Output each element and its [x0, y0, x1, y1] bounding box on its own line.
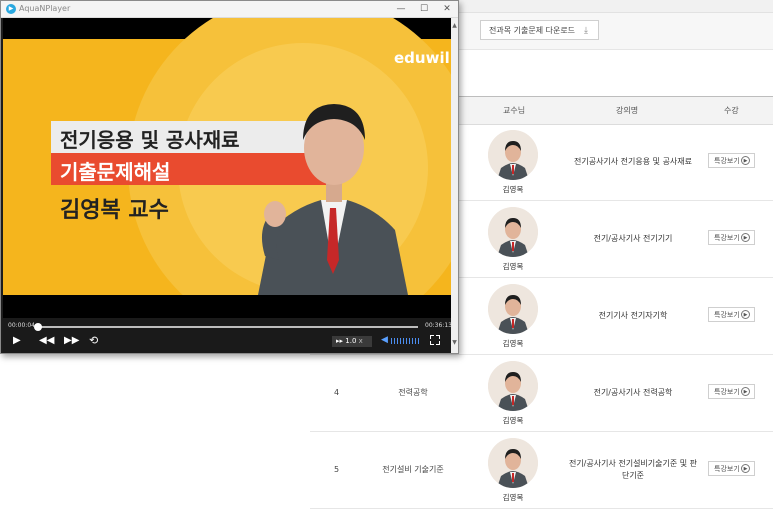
watch-lecture-button[interactable]: 특강보기 ▶	[708, 384, 755, 399]
lecture-title: 전기/공사기사 전기설비기술기준 및 판단기준	[568, 459, 698, 480]
speed-unit: x	[358, 337, 363, 345]
video-frame[interactable]: eduwill 전기응용 및 공사재료 기출문제해설 김영복 교수	[3, 18, 451, 318]
play-circle-icon: ▶	[741, 233, 750, 242]
row-number: 5	[334, 465, 340, 474]
watch-label: 특강보기	[714, 157, 740, 165]
rewind-icon[interactable]: ◀◀	[39, 335, 54, 347]
maximize-button[interactable]: ☐	[413, 1, 435, 17]
watch-label: 특강보기	[714, 465, 740, 473]
row-subject: 전기설비 기술기준	[382, 465, 444, 474]
row-subject: 전력공학	[398, 388, 428, 397]
minimize-button[interactable]: —	[390, 1, 412, 17]
professor-name: 김영복	[502, 339, 524, 348]
row-number: 4	[334, 388, 340, 397]
player-window[interactable]: ▶ AquaNPlayer — ☐ ✕ eduwill 전기응용 및 공사재료 …	[0, 0, 459, 354]
watch-lecture-button[interactable]: 특강보기 ▶	[708, 230, 755, 245]
repeat-icon[interactable]: ⟲	[89, 335, 98, 347]
play-circle-icon: ▶	[741, 310, 750, 319]
professor-name: 김영복	[502, 262, 524, 271]
player-controls: 00:00:04 00:36:13 ▶ ◀◀ ▶▶ ⟲ ▸▸ 1.0 x ◀	[3, 318, 452, 353]
player-app-icon: ▶	[6, 4, 16, 14]
professor-avatar	[488, 284, 538, 334]
speed-icon: ▸▸	[336, 337, 346, 345]
table-row: 4 전력공학김영복 전기/공사기사 전력공학 특강보기 ▶	[310, 355, 773, 432]
professor-name: 김영복	[502, 416, 524, 425]
brand-logo: eduwill	[394, 49, 451, 67]
play-circle-icon: ▶	[741, 387, 750, 396]
lecture-title: 전기기사 전기자기학	[598, 311, 668, 320]
current-time: 00:00:04	[8, 322, 35, 329]
watch-label: 특강보기	[714, 388, 740, 396]
video-title-line2: 기출문제해설	[60, 160, 171, 184]
professor-cell: 김영복	[486, 130, 540, 195]
seek-bar[interactable]	[33, 323, 418, 331]
professor-name: 김영복	[502, 493, 524, 502]
player-titlebar[interactable]: ▶ AquaNPlayer — ☐ ✕	[1, 1, 458, 18]
lecture-title: 전기/공사기사 전기기기	[593, 234, 673, 243]
professor-cell: 김영복	[486, 284, 540, 349]
close-button[interactable]: ✕	[436, 1, 458, 17]
fullscreen-icon[interactable]	[430, 335, 440, 345]
seek-knob[interactable]	[33, 323, 42, 331]
watch-label: 특강보기	[714, 234, 740, 242]
professor-cell: 김영복	[486, 207, 540, 272]
watch-lecture-button[interactable]: 특강보기 ▶	[708, 153, 755, 168]
video-title-line3: 김영복 교수	[60, 198, 169, 223]
play-circle-icon: ▶	[741, 156, 750, 165]
fast-forward-icon[interactable]: ▶▶	[64, 335, 79, 347]
lecture-title: 전기/공사기사 전력공학	[593, 388, 673, 397]
download-icon: ⤓	[584, 26, 588, 36]
watch-lecture-button[interactable]: 특강보기 ▶	[708, 461, 755, 476]
download-label: 전과목 기출문제 다운로드	[489, 26, 576, 35]
download-all-button[interactable]: 전과목 기출문제 다운로드 ⤓	[480, 20, 599, 40]
header-watch: 수강	[724, 106, 739, 115]
total-time: 00:36:13	[425, 322, 452, 329]
professor-avatar	[488, 361, 538, 411]
play-circle-icon: ▶	[741, 464, 750, 473]
professor-avatar	[488, 438, 538, 488]
speed-value: 1.0	[345, 337, 357, 345]
play-icon[interactable]: ▶	[13, 335, 21, 347]
scroll-down-icon[interactable]: ▼	[451, 339, 458, 346]
professor-avatar	[488, 207, 538, 257]
watch-lecture-button[interactable]: 특강보기 ▶	[708, 307, 755, 322]
table-row: 5 전기설비 기술기준김영복 전기/공사기사 전기설비기술기준 및 판단기준 특강보기…	[310, 432, 773, 509]
lecture-title: 전기공사기사 전기응용 및 공사재료	[573, 157, 693, 166]
header-professor: 교수님	[503, 106, 526, 115]
professor-cell: 김영복	[486, 361, 540, 426]
professor-name: 김영복	[502, 185, 524, 194]
speed-selector[interactable]: ▸▸ 1.0 x	[332, 336, 372, 347]
window-title: AquaNPlayer	[19, 4, 71, 13]
watch-label: 특강보기	[714, 311, 740, 319]
volume-slider[interactable]	[391, 338, 421, 344]
volume-icon[interactable]: ◀	[381, 335, 388, 345]
scroll-up-icon[interactable]: ▲	[451, 22, 458, 29]
professor-avatar	[488, 130, 538, 180]
player-scrollbar[interactable]: ▲ ▼	[451, 18, 458, 353]
professor-cell: 김영복	[486, 438, 540, 503]
header-lecture: 강의명	[616, 106, 639, 115]
video-title-line1: 전기응용 및 공사재료	[60, 128, 240, 152]
